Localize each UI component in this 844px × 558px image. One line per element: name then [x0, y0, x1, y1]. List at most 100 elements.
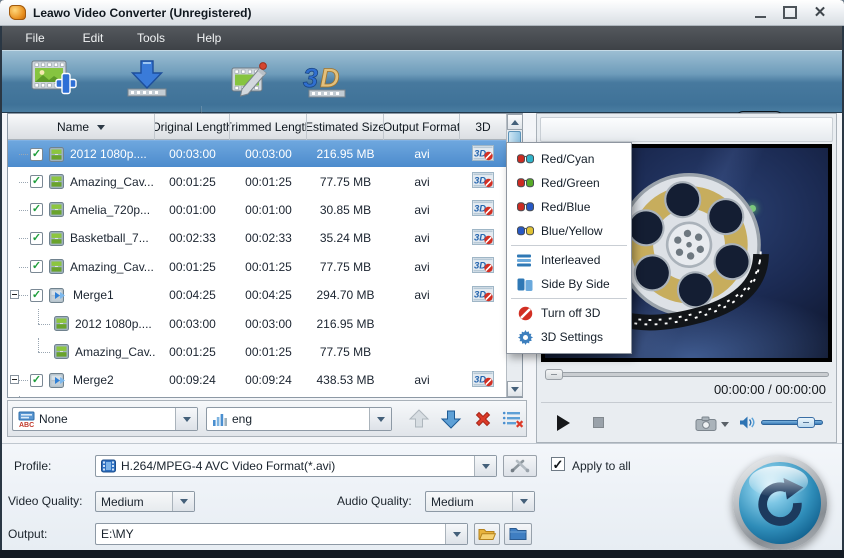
column-header-3d[interactable]: 3D: [460, 114, 506, 140]
column-header-output-format[interactable]: Output Format: [384, 114, 460, 140]
settings-panel: Profile: H.264/MPEG-4 AVC Video Format(*…: [0, 443, 844, 550]
audio-select[interactable]: eng: [206, 407, 392, 431]
svg-text:3D: 3D: [474, 204, 486, 215]
toolbar-add-video-button[interactable]: [24, 57, 86, 107]
row-3d-status-icon[interactable]: 3D: [472, 145, 494, 161]
seek-track[interactable]: [545, 372, 829, 377]
convert-button[interactable]: [733, 456, 827, 550]
row-checkbox[interactable]: ✓: [30, 175, 43, 188]
cell-output-format: avi: [384, 288, 460, 302]
menu-item-label: Red/Cyan: [541, 152, 594, 166]
menu-item-label: Turn off 3D: [541, 306, 600, 320]
row-3d-status-icon[interactable]: 3D: [472, 257, 494, 273]
file-name: Basketball_7...: [70, 231, 149, 245]
menu-item-side-by-side[interactable]: Side By Side: [507, 272, 631, 296]
menu-bar: FileEditToolsHelp: [0, 26, 844, 50]
3d-mode-menu: Red/Cyan Red/GreenRed/BlueBlue/Yellow Inte…: [506, 142, 632, 354]
menu-item-label: Interleaved: [541, 253, 600, 267]
open-output-folder-button[interactable]: [474, 523, 500, 545]
cell-estimated-size: 216.95 MB: [307, 147, 384, 161]
row-checkbox[interactable]: ✓: [30, 289, 43, 302]
svg-text:3: 3: [303, 63, 318, 93]
menu-item-interleaved[interactable]: Interleaved: [507, 248, 631, 272]
profile-select[interactable]: H.264/MPEG-4 AVC Video Format(*.avi): [95, 455, 497, 477]
table-row[interactable]: ✓Amelia_720p...00:01:0000:01:0030.85 MBa…: [8, 196, 506, 224]
move-up-button[interactable]: [406, 407, 432, 431]
menu-item-red-green[interactable]: Red/Green: [507, 171, 631, 195]
table-row[interactable]: ✓2012 1080p....00:03:0000:03:00216.95 MB…: [8, 140, 506, 167]
toolbar-convert-3d-button[interactable]: 3D: [298, 57, 354, 107]
row-3d-status-icon[interactable]: 3D: [472, 172, 494, 188]
audio-dropdown-arrow[interactable]: [369, 408, 391, 430]
row-checkbox[interactable]: ✓: [30, 203, 43, 216]
row-3d-status-icon[interactable]: 3D: [472, 200, 494, 216]
expander-toggle[interactable]: [10, 290, 19, 299]
column-header-estimated-size[interactable]: Estimated Size: [307, 114, 384, 140]
toolbar-download-button[interactable]: [118, 57, 176, 107]
table-row[interactable]: ✓Amazing_Cav...00:01:2500:01:2577.75 MBa…: [8, 253, 506, 281]
output-label: Output:: [8, 527, 47, 541]
table-row[interactable]: Amazing_Cav...00:01:2500:01:2577.75 MB: [8, 338, 506, 366]
move-down-button[interactable]: [438, 407, 464, 431]
row-3d-status-icon[interactable]: 3D: [472, 286, 494, 302]
menu-edit[interactable]: Edit: [64, 26, 122, 50]
browse-folder-button[interactable]: [504, 523, 532, 545]
svg-text:3D: 3D: [474, 374, 486, 385]
column-label: Output Format: [384, 120, 460, 134]
profile-dropdown-arrow[interactable]: [474, 456, 496, 476]
row-checkbox[interactable]: ✓: [30, 260, 43, 273]
audio-quality-label: Audio Quality:: [337, 494, 412, 508]
output-dropdown-arrow[interactable]: [445, 524, 467, 544]
menu-file[interactable]: File: [6, 26, 64, 50]
menu-item-red-cyan[interactable]: Red/Cyan: [507, 147, 631, 171]
table-row[interactable]: 2012 1080p....00:03:0000:03:00216.95 MB: [8, 309, 506, 337]
audio-quality-select[interactable]: Medium: [425, 491, 535, 512]
snapshot-dropdown-caret-icon[interactable]: [721, 422, 729, 431]
scroll-up-button[interactable]: [507, 114, 523, 130]
apply-to-all-checkbox[interactable]: ✓: [551, 457, 565, 471]
turn-off-3d-icon: [515, 306, 535, 321]
maximize-button[interactable]: [780, 5, 800, 21]
expander-toggle[interactable]: [10, 375, 19, 384]
row-checkbox[interactable]: ✓: [30, 374, 43, 387]
volume-handle[interactable]: [797, 417, 815, 428]
subtitle-select[interactable]: ABC None: [12, 407, 198, 431]
subtitle-dropdown-arrow[interactable]: [175, 408, 197, 430]
snapshot-camera-icon[interactable]: [695, 416, 717, 436]
menu-item-blue-yellow[interactable]: Blue/Yellow: [507, 219, 631, 243]
clear-list-button[interactable]: [500, 407, 526, 431]
table-row[interactable]: ✓Basketball_7...00:02:3300:02:3335.24 MB…: [8, 224, 506, 252]
table-row[interactable]: ✓Amazing_Cav...00:01:2500:01:2577.75 MBa…: [8, 167, 506, 195]
menu-item-3d-settings[interactable]: 3D Settings: [507, 325, 631, 349]
remove-file-button[interactable]: [470, 407, 496, 431]
menu-item-turn-off-3d[interactable]: Turn off 3D: [507, 301, 631, 325]
cell-trimmed-length: 00:09:24: [230, 373, 307, 387]
minimize-button[interactable]: [750, 5, 770, 21]
menu-help[interactable]: Help: [180, 26, 238, 50]
edit-profile-button[interactable]: [503, 455, 537, 477]
scroll-down-button[interactable]: [507, 381, 523, 397]
menu-item-red-blue[interactable]: Red/Blue: [507, 195, 631, 219]
column-header-name[interactable]: Name: [8, 114, 155, 140]
toolbar-edit-button[interactable]: [226, 57, 278, 107]
row-checkbox[interactable]: ✓: [30, 148, 43, 161]
column-header-trimmed-length[interactable]: Trimmed Length: [230, 114, 307, 140]
row-checkbox[interactable]: ✓: [30, 232, 43, 245]
play-button[interactable]: [557, 415, 570, 431]
close-button[interactable]: ✕: [810, 5, 830, 21]
output-path-select[interactable]: E:\MY: [95, 523, 468, 545]
audio-quality-dropdown-arrow[interactable]: [512, 492, 534, 511]
table-row[interactable]: ✓Merge200:09:2400:09:24438.53 MBavi3D: [8, 366, 506, 394]
table-row[interactable]: ✓Merge100:04:2500:04:25294.70 MBavi3D: [8, 281, 506, 309]
stop-button[interactable]: [593, 417, 604, 428]
seek-bar[interactable]: [545, 369, 829, 381]
video-quality-dropdown-arrow[interactable]: [172, 492, 194, 511]
row-3d-status-icon[interactable]: 3D: [472, 229, 494, 245]
video-quality-select[interactable]: Medium: [95, 491, 195, 512]
row-3d-status-icon[interactable]: 3D: [472, 371, 494, 387]
subtitle-audio-bar: ABC None eng: [7, 400, 527, 437]
seek-handle[interactable]: [545, 369, 563, 380]
volume-speaker-icon[interactable]: [739, 415, 756, 435]
column-header-original-length[interactable]: Original Length: [155, 114, 230, 140]
menu-tools[interactable]: Tools: [122, 26, 180, 50]
